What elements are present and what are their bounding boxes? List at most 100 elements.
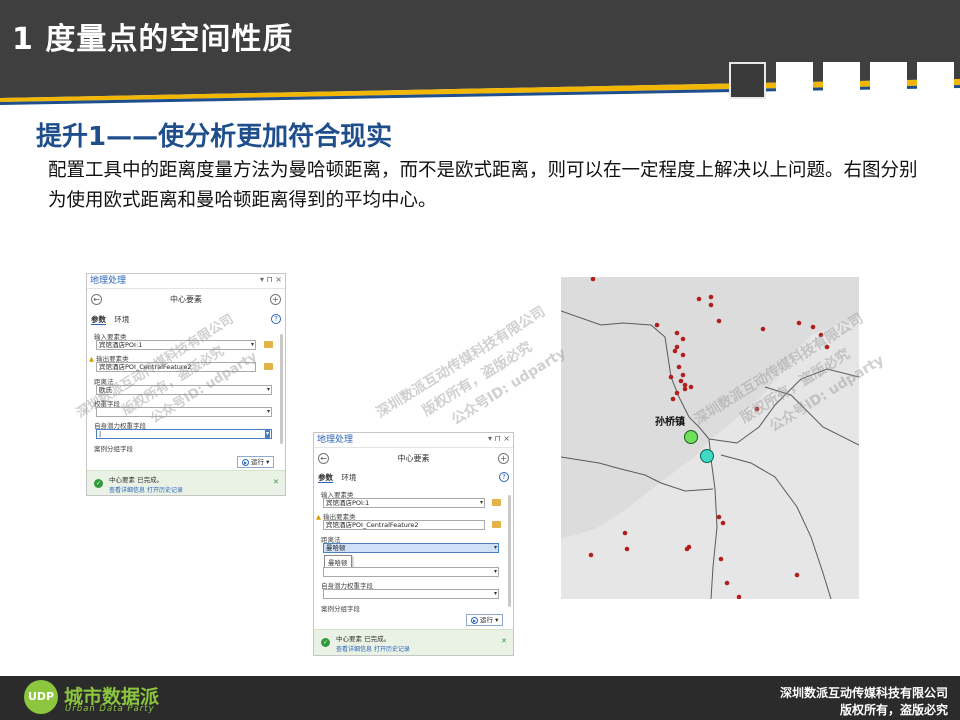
poi-point[interactable] bbox=[680, 352, 686, 358]
help-icon[interactable]: ? bbox=[271, 314, 281, 324]
nav-square-2[interactable] bbox=[776, 62, 813, 99]
poi-point[interactable] bbox=[674, 390, 680, 396]
status-bar: ✓ 中心要素 已完成。 查看详细信息 打开历史记录 ✕ bbox=[314, 629, 513, 655]
poi-point[interactable] bbox=[676, 364, 682, 370]
map-view[interactable]: 孙桥镇 bbox=[561, 277, 859, 599]
success-check-icon: ✓ bbox=[321, 638, 330, 647]
nav-square-3[interactable] bbox=[823, 62, 860, 99]
poi-point[interactable] bbox=[682, 386, 688, 392]
poi-point[interactable] bbox=[622, 530, 628, 536]
poi-point[interactable] bbox=[720, 520, 726, 526]
chevron-down-icon[interactable]: ▾ bbox=[264, 430, 270, 438]
input-features-field[interactable]: 宾馆酒店POI:1 ▾ bbox=[323, 498, 485, 508]
view-details-link[interactable]: 查看详细信息 bbox=[109, 487, 145, 494]
chevron-down-icon[interactable]: ▾ bbox=[251, 341, 254, 349]
add-icon[interactable]: + bbox=[270, 294, 281, 305]
status-links: 查看详细信息 打开历史记录 bbox=[336, 644, 410, 653]
logo-subtext: Urban Data Party bbox=[65, 704, 155, 714]
poi-point[interactable] bbox=[696, 296, 702, 302]
poi-point[interactable] bbox=[796, 320, 802, 326]
chevron-down-icon[interactable]: ▾ bbox=[494, 568, 497, 576]
poi-point[interactable] bbox=[708, 302, 714, 308]
poi-point[interactable] bbox=[824, 344, 830, 350]
chevron-down-icon[interactable]: ▾ bbox=[494, 590, 497, 598]
chevron-down-icon[interactable]: ▾ bbox=[267, 386, 270, 394]
output-features-field[interactable]: 宾馆酒店POI_CentralFeature2 bbox=[96, 362, 256, 372]
geoprocessing-panel-euclidean: 地理处理 ▾ ⊓ × ← 中心要素 + 参数 环境 ? 输入要素类 宾馆酒店PO… bbox=[86, 273, 286, 496]
tab-parameters[interactable]: 参数 bbox=[318, 473, 333, 483]
close-icon[interactable]: ✕ bbox=[501, 637, 507, 645]
poi-point[interactable] bbox=[670, 396, 676, 402]
poi-point[interactable] bbox=[674, 344, 680, 350]
poi-point[interactable] bbox=[688, 384, 694, 390]
poi-point[interactable] bbox=[760, 326, 766, 332]
distance-method-value: 欧氏 bbox=[99, 386, 112, 394]
chevron-down-icon[interactable]: ▾ bbox=[480, 499, 483, 507]
poi-point[interactable] bbox=[716, 318, 722, 324]
euclidean-center-point[interactable] bbox=[684, 430, 698, 444]
play-icon: ▶ bbox=[242, 458, 249, 466]
poi-point[interactable] bbox=[736, 594, 742, 599]
poi-point[interactable] bbox=[674, 330, 680, 336]
output-features-field[interactable]: 宾馆酒店POI_CentralFeature2 bbox=[323, 520, 485, 530]
chevron-down-icon[interactable]: ▾ bbox=[266, 458, 269, 466]
run-button[interactable]: ▶ 运行 ▾ bbox=[466, 614, 504, 626]
self-potential-select[interactable]: | ▾ bbox=[96, 429, 272, 439]
chevron-down-icon[interactable]: ▾ bbox=[267, 408, 270, 416]
scrollbar[interactable] bbox=[508, 495, 511, 607]
open-history-link[interactable]: 打开历史记录 bbox=[374, 646, 410, 653]
poi-point[interactable] bbox=[718, 556, 724, 562]
poi-point[interactable] bbox=[682, 382, 688, 388]
poi-point[interactable] bbox=[672, 348, 678, 354]
open-history-link[interactable]: 打开历史记录 bbox=[147, 487, 183, 494]
poi-point[interactable] bbox=[810, 324, 816, 330]
poi-point[interactable] bbox=[678, 378, 684, 384]
poi-point[interactable] bbox=[708, 294, 714, 300]
view-details-link[interactable]: 查看详细信息 bbox=[336, 646, 372, 653]
poi-point[interactable] bbox=[588, 552, 594, 558]
help-icon[interactable]: ? bbox=[499, 472, 509, 482]
nav-square-5[interactable] bbox=[917, 62, 954, 99]
window-controls[interactable]: ▾ ⊓ × bbox=[260, 275, 282, 284]
panel-title: 地理处理 bbox=[87, 274, 285, 289]
poi-point[interactable] bbox=[818, 332, 824, 338]
manhattan-center-point[interactable] bbox=[700, 449, 714, 463]
poi-point[interactable] bbox=[654, 322, 660, 328]
folder-icon[interactable] bbox=[492, 521, 501, 528]
add-icon[interactable]: + bbox=[498, 453, 509, 464]
input-features-field[interactable]: 宾馆酒店POI:1 ▾ bbox=[96, 340, 256, 350]
tab-environments[interactable]: 环境 bbox=[114, 315, 129, 324]
poi-point[interactable] bbox=[724, 580, 730, 586]
window-controls[interactable]: ▾ ⊓ × bbox=[488, 434, 510, 443]
poi-point[interactable] bbox=[754, 406, 760, 412]
output-features-value: 宾馆酒店POI_CentralFeature2 bbox=[99, 363, 192, 371]
poi-point[interactable] bbox=[716, 514, 722, 520]
poi-point[interactable] bbox=[680, 336, 686, 342]
weight-field-select[interactable]: ▾ bbox=[96, 407, 272, 417]
close-icon[interactable]: ✕ bbox=[273, 478, 279, 486]
folder-icon[interactable] bbox=[264, 341, 273, 348]
poi-point[interactable] bbox=[668, 374, 674, 380]
tab-parameters[interactable]: 参数 bbox=[91, 315, 106, 325]
poi-point[interactable] bbox=[794, 572, 800, 578]
input-features-value: 宾馆酒店POI:1 bbox=[99, 341, 143, 349]
nav-square-1[interactable] bbox=[729, 62, 766, 99]
run-button[interactable]: ▶ 运行 ▾ bbox=[237, 456, 275, 468]
distance-method-select[interactable]: 欧氏 ▾ bbox=[96, 385, 272, 395]
nav-square-4[interactable] bbox=[870, 62, 907, 99]
self-potential-select[interactable]: ▾ bbox=[323, 589, 499, 599]
poi-point[interactable] bbox=[680, 372, 686, 378]
poi-point[interactable] bbox=[624, 546, 630, 552]
status-text: 中心要素 已完成。 bbox=[336, 635, 391, 643]
tab-environments[interactable]: 环境 bbox=[341, 473, 356, 482]
watermark-line: 版权所有，盗版必究 bbox=[419, 339, 536, 420]
chevron-down-icon[interactable]: ▾ bbox=[494, 544, 497, 552]
weight-field-select[interactable]: ▾ bbox=[323, 567, 499, 577]
poi-point[interactable] bbox=[684, 546, 690, 552]
scrollbar[interactable] bbox=[280, 334, 283, 444]
folder-icon[interactable] bbox=[492, 499, 501, 506]
folder-icon[interactable] bbox=[264, 363, 273, 370]
chevron-down-icon[interactable]: ▾ bbox=[495, 616, 498, 624]
distance-method-select[interactable]: 曼哈顿 ▾ bbox=[323, 543, 499, 553]
body-paragraph: 配置工具中的距离度量方法为曼哈顿距离，而不是欧式距离，则可以在一定程度上解决以上… bbox=[48, 160, 918, 211]
